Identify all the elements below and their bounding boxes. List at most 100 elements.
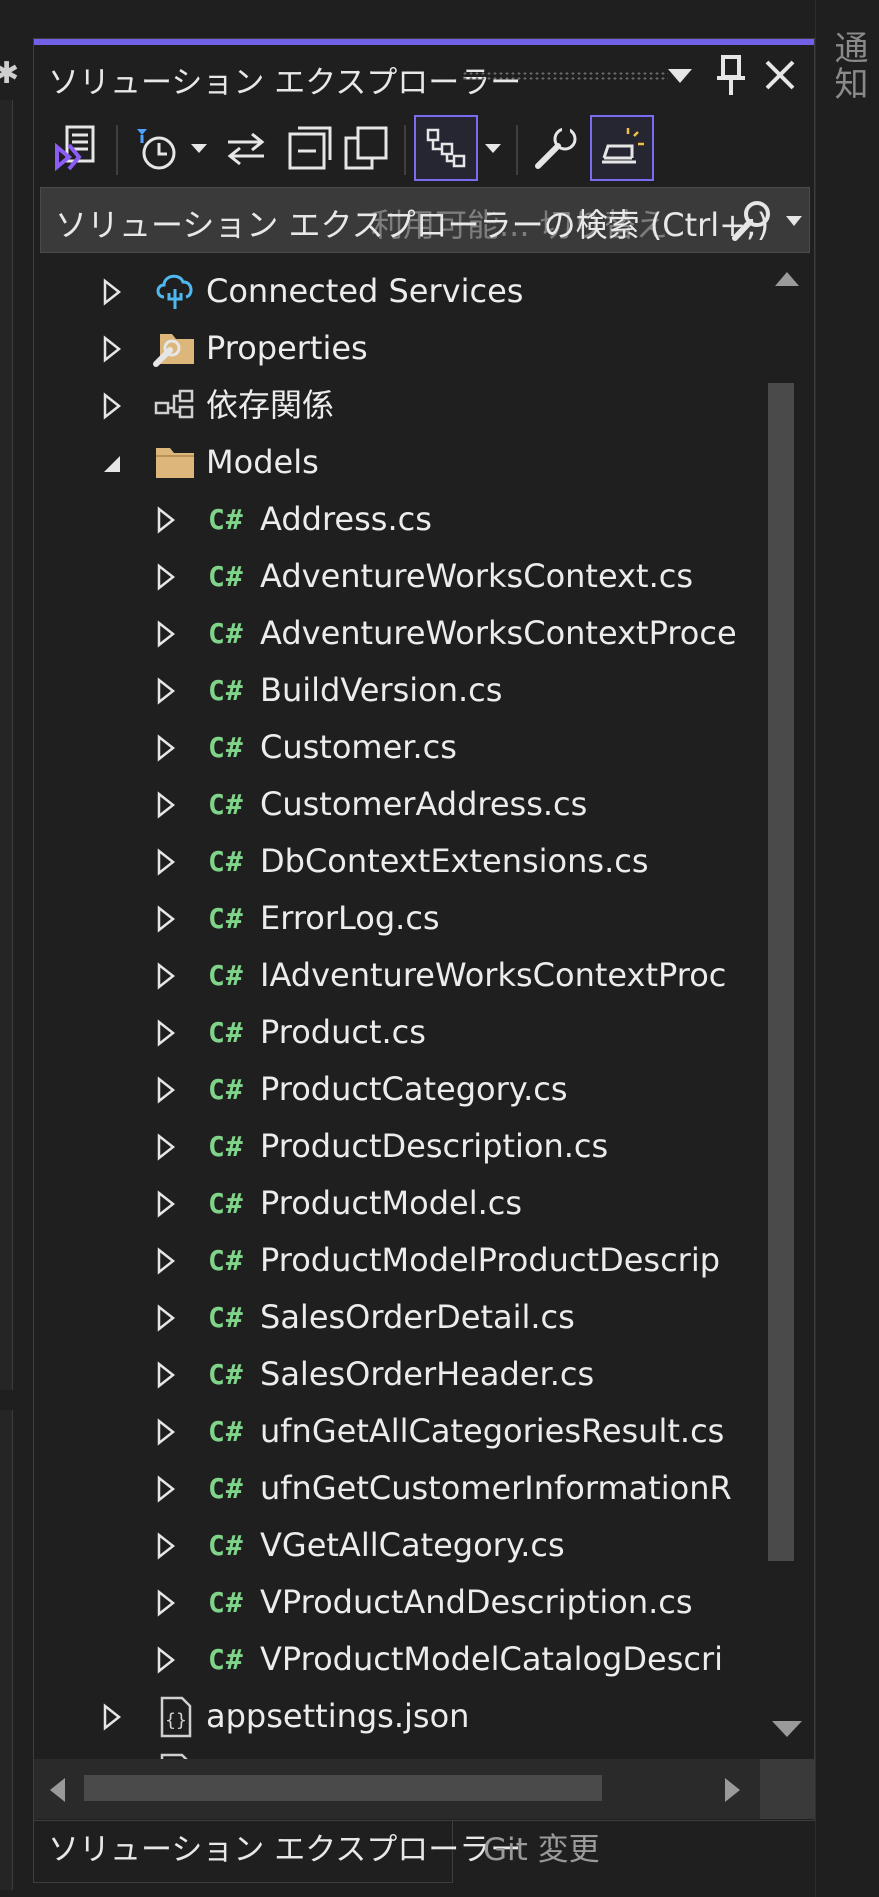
csharp-badge: C# bbox=[208, 560, 244, 593]
tree-item[interactable]: C# VProductModelCatalogDescri bbox=[34, 1631, 760, 1688]
tree-item[interactable]: C# Customer.cs bbox=[34, 719, 760, 776]
tree-item[interactable]: C# VProductAndDescription.cs bbox=[34, 1574, 760, 1631]
collapsed-caret-icon[interactable] bbox=[154, 733, 178, 763]
view-dropdown-icon[interactable] bbox=[480, 135, 506, 161]
tree-item-label: SalesOrderHeader.cs bbox=[260, 1355, 595, 1393]
vertical-scrollbar[interactable] bbox=[760, 255, 814, 1759]
collapsed-caret-icon[interactable] bbox=[100, 277, 124, 307]
tree-item-label: Models bbox=[206, 443, 319, 481]
collapsed-caret-icon[interactable] bbox=[154, 904, 178, 934]
collapsed-caret-icon[interactable] bbox=[154, 1303, 178, 1333]
tree-item[interactable]: C# ErrorLog.cs bbox=[34, 890, 760, 947]
pin-icon[interactable] bbox=[714, 53, 748, 97]
tree-item[interactable]: C# ProductDescription.cs bbox=[34, 1118, 760, 1175]
tree-item[interactable]: C# BuildVersion.cs bbox=[34, 662, 760, 719]
window-menu-dropdown-icon[interactable] bbox=[662, 55, 698, 95]
collapsed-caret-icon[interactable] bbox=[100, 334, 124, 364]
vs-solution-icon[interactable] bbox=[42, 115, 106, 181]
tree-item[interactable]: Properties bbox=[34, 320, 760, 377]
close-icon[interactable] bbox=[760, 53, 800, 97]
show-all-files-icon[interactable] bbox=[334, 115, 398, 181]
tree-item[interactable]: {} appsettings.json bbox=[34, 1688, 760, 1745]
tree-item-label: AdventureWorksContextProce bbox=[260, 614, 737, 652]
tab-git-changes[interactable]: Git 変更 bbox=[453, 1821, 683, 1883]
collapsed-caret-icon[interactable] bbox=[154, 1645, 178, 1675]
tree-item[interactable]: CRUDWebApiApp.http bbox=[34, 1745, 760, 1759]
tree-item[interactable]: C# Address.cs bbox=[34, 491, 760, 548]
search-icon[interactable] bbox=[727, 196, 777, 246]
properties-wrench-icon[interactable] bbox=[524, 115, 588, 181]
tree-item[interactable]: C# AdventureWorksContextProce bbox=[34, 605, 760, 662]
collapsed-caret-icon[interactable] bbox=[154, 1588, 178, 1618]
title-drag-grip[interactable] bbox=[462, 71, 668, 81]
collapsed-caret-icon[interactable] bbox=[100, 391, 124, 421]
collapsed-caret-icon[interactable] bbox=[154, 1189, 178, 1219]
csharp-badge: C# bbox=[208, 1643, 244, 1676]
collapsed-caret-icon[interactable] bbox=[154, 676, 178, 706]
toolbar-separator bbox=[404, 125, 406, 175]
tree-item[interactable]: C# VGetAllCategory.cs bbox=[34, 1517, 760, 1574]
horizontal-scroll-thumb[interactable] bbox=[84, 1775, 602, 1801]
toolbar-separator bbox=[516, 125, 518, 175]
tree-item[interactable]: C# SalesOrderDetail.cs bbox=[34, 1289, 760, 1346]
tree-item-label: SalesOrderDetail.cs bbox=[260, 1298, 575, 1336]
collapsed-caret-icon[interactable] bbox=[154, 790, 178, 820]
tree-item[interactable]: Connected Services bbox=[34, 263, 760, 320]
tab-solution-explorer[interactable]: ソリューション エクスプローラー bbox=[33, 1821, 521, 1883]
tree-item[interactable]: C# ProductModel.cs bbox=[34, 1175, 760, 1232]
notifications-label[interactable]: 通知 bbox=[824, 30, 873, 102]
collapsed-caret-icon[interactable] bbox=[154, 847, 178, 877]
collapsed-caret-icon[interactable] bbox=[154, 562, 178, 592]
collapsed-caret-icon[interactable] bbox=[154, 1075, 178, 1105]
collapsed-caret-icon[interactable] bbox=[100, 1702, 124, 1732]
tree-item[interactable]: C# CustomerAddress.cs bbox=[34, 776, 760, 833]
tree-item[interactable]: C# Product.cs bbox=[34, 1004, 760, 1061]
collapsed-caret-icon[interactable] bbox=[154, 1246, 178, 1276]
collapsed-caret-icon[interactable] bbox=[154, 1018, 178, 1048]
csharp-badge: C# bbox=[208, 1586, 244, 1619]
sync-with-active-icon[interactable] bbox=[214, 115, 278, 181]
tree-item[interactable]: Models bbox=[34, 434, 760, 491]
csharp-file-icon: C# bbox=[206, 898, 252, 940]
collapse-all-icon[interactable] bbox=[278, 115, 342, 181]
search-options-dropdown-icon[interactable] bbox=[781, 208, 807, 234]
pending-changes-filter-icon[interactable] bbox=[124, 115, 188, 181]
csharp-file-icon: C# bbox=[206, 1354, 252, 1396]
solution-explorer-window: ソリューション エクスプローラー 利用可能... 切り替え ソリューション エク… bbox=[33, 38, 815, 1821]
collapsed-caret-icon[interactable] bbox=[154, 1474, 178, 1504]
collapsed-caret-icon[interactable] bbox=[154, 1531, 178, 1561]
horizontal-scrollbar[interactable] bbox=[34, 1759, 760, 1819]
collapsed-caret-icon[interactable] bbox=[154, 505, 178, 535]
scroll-up-icon[interactable] bbox=[772, 267, 802, 289]
expanded-caret-icon[interactable] bbox=[100, 448, 124, 478]
collapsed-caret-icon[interactable] bbox=[154, 1417, 178, 1447]
collapsed-caret-icon[interactable] bbox=[154, 1132, 178, 1162]
tree-item[interactable]: C# ufnGetCustomerInformationR bbox=[34, 1460, 760, 1517]
csharp-badge: C# bbox=[208, 1472, 244, 1505]
csharp-file-icon: C# bbox=[206, 1012, 252, 1054]
view-toggle-icon[interactable] bbox=[414, 115, 478, 181]
tree-item[interactable]: C# IAdventureWorksContextProc bbox=[34, 947, 760, 1004]
tree-item[interactable]: C# AdventureWorksContext.cs bbox=[34, 548, 760, 605]
tree-item-label: ProductModelProductDescrip bbox=[260, 1241, 721, 1279]
tree-item-label: BuildVersion.cs bbox=[260, 671, 503, 709]
collapsed-caret-icon[interactable] bbox=[154, 961, 178, 991]
scroll-right-icon[interactable] bbox=[722, 1775, 744, 1805]
tree-item[interactable]: 依存関係 bbox=[34, 377, 760, 434]
search-input[interactable]: 利用可能... 切り替え ソリューション エクスプローラーの検索 (Ctrl+;… bbox=[40, 187, 810, 253]
filter-dropdown-icon[interactable] bbox=[186, 135, 212, 161]
tree-item[interactable]: C# ufnGetAllCategoriesResult.cs bbox=[34, 1403, 760, 1460]
collapsed-caret-icon[interactable] bbox=[154, 619, 178, 649]
notifications-strip[interactable]: 通知 bbox=[815, 0, 879, 1897]
collapsed-caret-icon[interactable] bbox=[154, 1360, 178, 1390]
scroll-left-icon[interactable] bbox=[46, 1775, 68, 1805]
tree-item[interactable]: C# DbContextExtensions.cs bbox=[34, 833, 760, 890]
preview-selected-icon[interactable] bbox=[590, 115, 654, 181]
csharp-file-icon: C# bbox=[206, 499, 252, 541]
vertical-scroll-thumb[interactable] bbox=[768, 383, 794, 1561]
tree-item-label: ProductCategory.cs bbox=[260, 1070, 568, 1108]
tree-item[interactable]: C# SalesOrderHeader.cs bbox=[34, 1346, 760, 1403]
scroll-down-icon[interactable] bbox=[760, 1715, 814, 1775]
tree-item[interactable]: C# ProductModelProductDescrip bbox=[34, 1232, 760, 1289]
tree-item[interactable]: C# ProductCategory.cs bbox=[34, 1061, 760, 1118]
